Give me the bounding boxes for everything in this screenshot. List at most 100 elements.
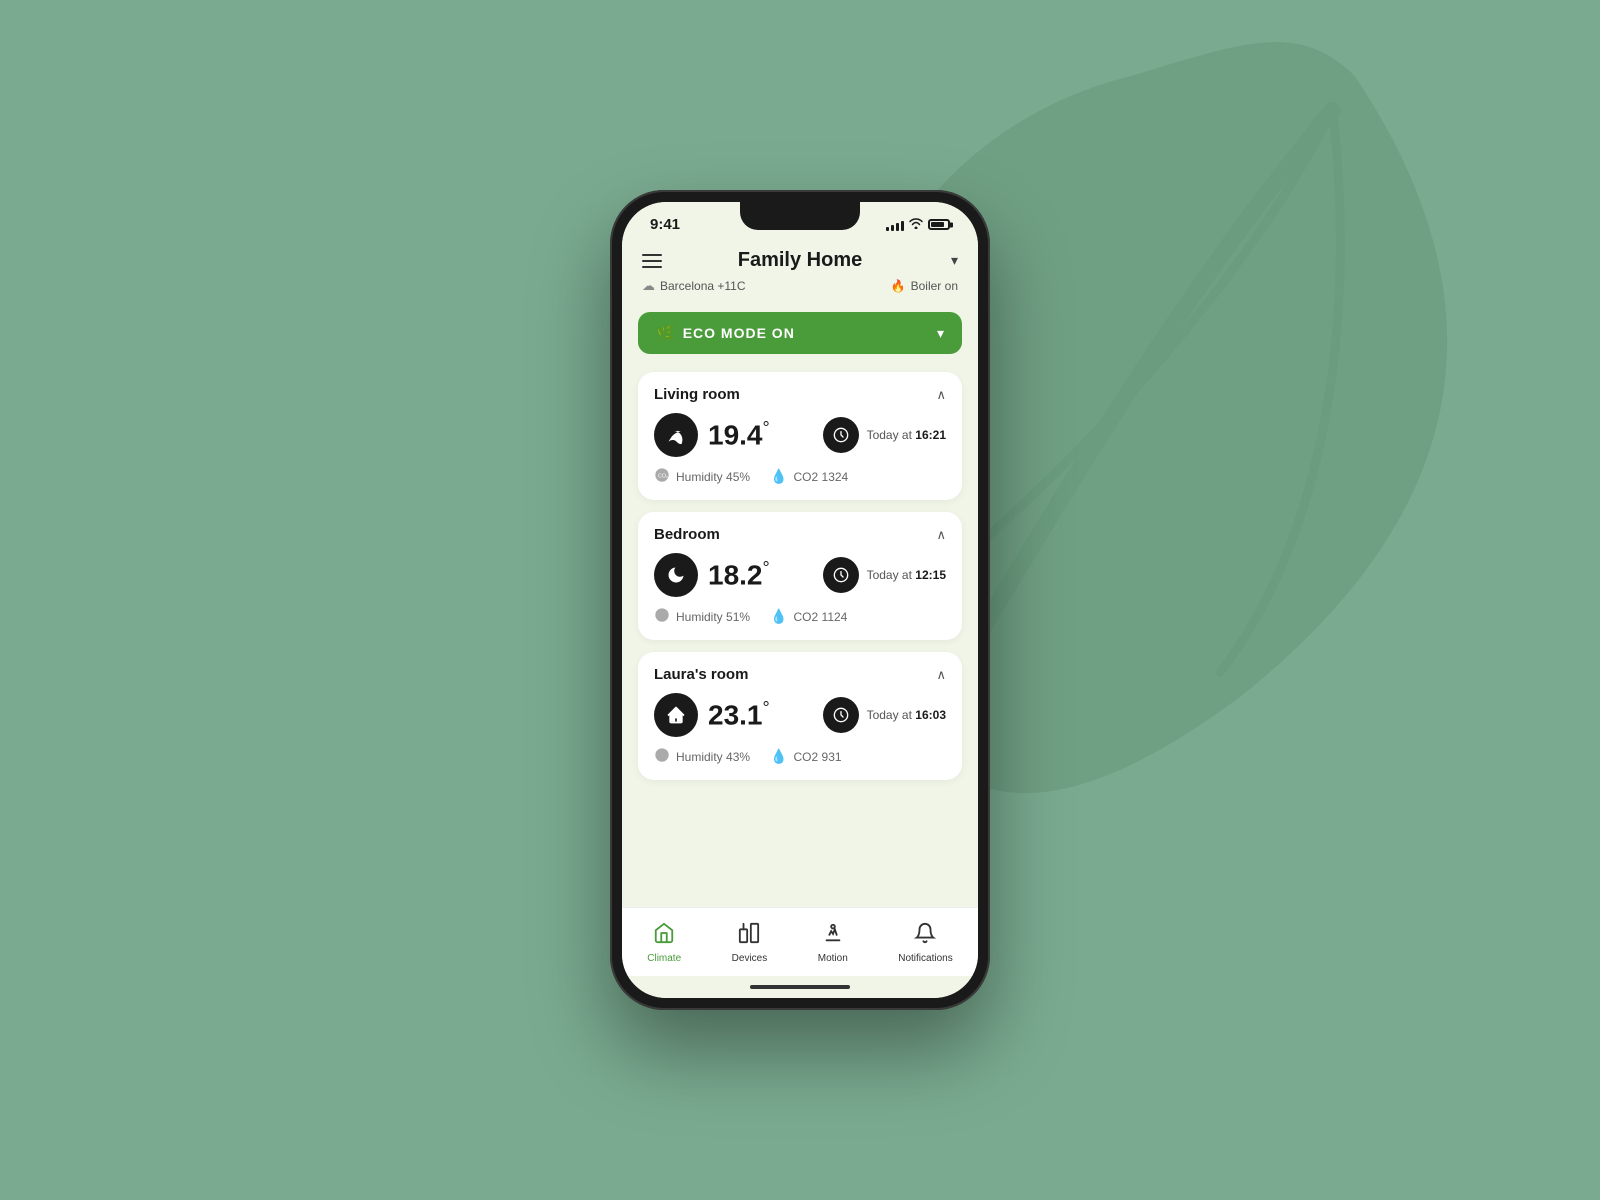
status-icons: [886, 218, 950, 232]
bedroom-schedule-text: Today at 12:15: [867, 568, 946, 582]
living-room-header: Living room ∧: [654, 386, 946, 403]
lauras-room-stats: Humidity 43% 💧 CO2 931: [654, 747, 946, 766]
living-room-schedule: Today at 16:21: [823, 417, 946, 453]
bottom-nav: Climate Devices: [622, 907, 978, 976]
bedroom-temp: 18.2°: [654, 553, 770, 597]
menu-line-1: [642, 254, 662, 256]
lauras-room-chevron-icon[interactable]: ∧: [936, 667, 946, 683]
svg-text:CO₂: CO₂: [658, 474, 668, 480]
bedroom-name: Bedroom: [654, 526, 720, 543]
bedroom-main: 18.2° Today at 12:15: [654, 553, 946, 597]
signal-bar-3: [896, 223, 899, 231]
fire-icon: 🔥: [891, 279, 906, 293]
living-room-co2: 💧 CO2 1324: [770, 467, 848, 486]
bedroom-moon-icon: [654, 553, 698, 597]
bedroom-temperature: 18.2°: [708, 558, 770, 591]
bedroom-schedule-icon: [823, 557, 859, 593]
notch: [740, 202, 860, 230]
phone-screen: 9:41: [622, 202, 978, 998]
lauras-room-name: Laura's room: [654, 666, 748, 683]
bedroom-humidity-icon: [654, 607, 670, 626]
lauras-co2-text: CO2 931: [794, 750, 842, 764]
climate-icon: [653, 922, 675, 950]
boiler-status-text: Boiler on: [911, 279, 958, 293]
devices-label: Devices: [732, 953, 768, 964]
bedroom-co2-text: CO2 1124: [794, 610, 848, 624]
bedroom-co2: 💧 CO2 1124: [770, 607, 847, 626]
living-room-schedule-icon: [823, 417, 859, 453]
boiler-info: 🔥 Boiler on: [891, 279, 958, 293]
header-info: ☁ Barcelona +11C 🔥 Boiler on: [642, 278, 958, 294]
signal-bar-4: [901, 221, 904, 231]
living-room-chevron-icon[interactable]: ∧: [936, 387, 946, 403]
humidity-text: Humidity 45%: [676, 470, 750, 484]
living-room-eco-icon: [654, 413, 698, 457]
bedroom-co2-icon: 💧: [770, 608, 787, 625]
lauras-humidity-icon: [654, 747, 670, 766]
lauras-humidity-text: Humidity 43%: [676, 750, 750, 764]
home-indicator: [622, 976, 978, 998]
living-room-schedule-text: Today at 16:21: [867, 428, 946, 442]
eco-left: 🌿 ECO MODE ON: [656, 324, 795, 342]
climate-label: Climate: [647, 953, 681, 964]
location-info: ☁ Barcelona +11C: [642, 278, 746, 294]
lauras-room-card[interactable]: Laura's room ∧ 23.1°: [638, 652, 962, 780]
menu-button[interactable]: [642, 254, 662, 268]
bedroom-chevron-icon[interactable]: ∧: [936, 527, 946, 543]
notifications-icon: [914, 922, 936, 950]
co2-text: CO2 1324: [794, 470, 849, 484]
lauras-room-temperature: 23.1°: [708, 698, 770, 731]
lauras-room-schedule: Today at 16:03: [823, 697, 946, 733]
eco-mode-banner[interactable]: 🌿 ECO MODE ON ▾: [638, 312, 962, 354]
wifi-icon: [909, 218, 923, 232]
bedroom-card[interactable]: Bedroom ∧ 18.2°: [638, 512, 962, 640]
signal-bar-1: [886, 227, 889, 231]
lauras-room-temp: 23.1°: [654, 693, 770, 737]
living-room-stats: CO₂ Humidity 45% 💧 CO2 1324: [654, 467, 946, 486]
lauras-room-humidity: Humidity 43%: [654, 747, 750, 766]
battery-icon: [928, 219, 950, 230]
living-room-name: Living room: [654, 386, 740, 403]
cloud-icon: ☁: [642, 278, 655, 294]
phone-frame: 9:41: [610, 190, 990, 1010]
eco-mode-label: ECO MODE ON: [683, 325, 795, 341]
humidity-icon: CO₂: [654, 467, 670, 486]
battery-fill: [931, 222, 944, 227]
lauras-room-schedule-text: Today at 16:03: [867, 708, 946, 722]
home-bar: [750, 985, 850, 989]
bedroom-humidity-text: Humidity 51%: [676, 610, 750, 624]
lauras-room-header: Laura's room ∧: [654, 666, 946, 683]
bedroom-humidity: Humidity 51%: [654, 607, 750, 626]
living-room-temperature: 19.4°: [708, 418, 770, 451]
eco-leaf-icon: 🌿: [656, 324, 675, 342]
bedroom-header: Bedroom ∧: [654, 526, 946, 543]
menu-line-3: [642, 266, 662, 268]
bedroom-stats: Humidity 51% 💧 CO2 1124: [654, 607, 946, 626]
lauras-room-home-icon: [654, 693, 698, 737]
bedroom-schedule: Today at 12:15: [823, 557, 946, 593]
location-text: Barcelona +11C: [660, 279, 746, 293]
rooms-list: Living room ∧ 19.4°: [622, 362, 978, 907]
motion-label: Motion: [818, 953, 848, 964]
home-title: Family Home: [738, 249, 862, 272]
living-room-temp: 19.4°: [654, 413, 770, 457]
title-dropdown-icon[interactable]: ▾: [951, 252, 958, 269]
nav-notifications[interactable]: Notifications: [886, 918, 964, 968]
devices-icon: [738, 922, 760, 950]
status-time: 9:41: [650, 216, 680, 233]
nav-devices[interactable]: Devices: [720, 918, 780, 968]
motion-icon: [822, 922, 844, 950]
signal-bar-2: [891, 225, 894, 231]
lauras-room-schedule-icon: [823, 697, 859, 733]
nav-climate[interactable]: Climate: [635, 918, 693, 968]
app-header: Family Home ▾ ☁ Barcelona +11C 🔥 Boiler …: [622, 241, 978, 304]
living-room-card[interactable]: Living room ∧ 19.4°: [638, 372, 962, 500]
lauras-room-main: 23.1° Today at 16:03: [654, 693, 946, 737]
notifications-label: Notifications: [898, 953, 952, 964]
co2-icon: 💧: [770, 468, 787, 485]
living-room-humidity: CO₂ Humidity 45%: [654, 467, 750, 486]
nav-motion[interactable]: Motion: [806, 918, 860, 968]
signal-bars-icon: [886, 219, 904, 231]
eco-chevron-icon: ▾: [937, 325, 944, 342]
lauras-room-co2: 💧 CO2 931: [770, 747, 842, 766]
